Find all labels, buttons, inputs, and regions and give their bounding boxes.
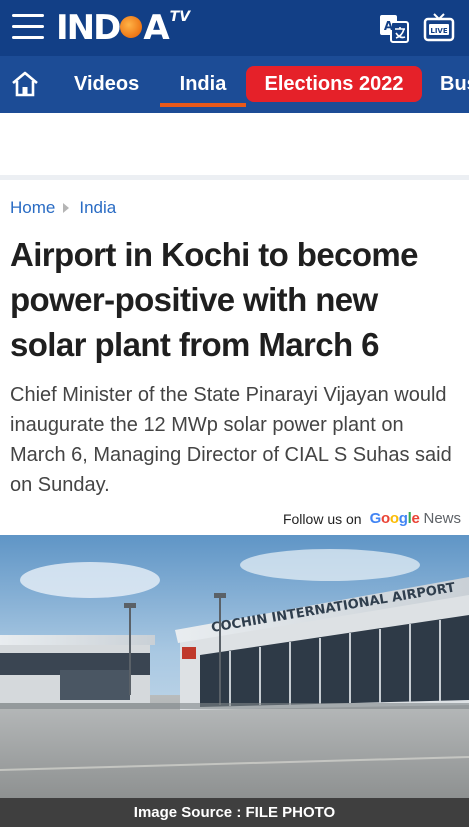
article-summary: Chief Minister of the State Pinarayi Vij… — [10, 384, 452, 496]
home-icon[interactable] — [10, 70, 40, 98]
bottom-spacer — [0, 827, 469, 837]
follow-google-news[interactable]: Follow us on Google News — [283, 510, 461, 527]
translate-icon[interactable]: A — [378, 12, 410, 44]
nav-item-videos[interactable]: Videos — [74, 68, 139, 101]
breadcrumb-india[interactable]: India — [79, 198, 116, 218]
breadcrumb-home[interactable]: Home — [10, 198, 55, 218]
logo-text: IND A — [56, 8, 170, 48]
article-headline: Airport in Kochi to become power-positiv… — [10, 236, 419, 363]
svg-text:LIVE: LIVE — [430, 27, 447, 35]
site-logo[interactable]: IND A TV — [56, 8, 190, 48]
image-caption: Image Source : FILE PHOTO — [0, 798, 469, 827]
ad-slot — [0, 113, 469, 175]
nav-item-india[interactable]: India — [160, 68, 246, 107]
google-news-label: News — [423, 510, 461, 527]
live-tv-icon[interactable]: LIVE — [423, 12, 455, 44]
article-hero-image[interactable]: COCHIN INTERNATIONAL AIRPORT — [0, 535, 469, 798]
breadcrumb-separator-icon — [63, 203, 70, 213]
follow-label: Follow us on — [282, 510, 362, 527]
menu-icon[interactable] — [12, 14, 44, 40]
nav-item-business[interactable]: Bus — [440, 68, 469, 101]
breadcrumb: Home India — [10, 198, 116, 218]
nav-item-elections-2022[interactable]: Elections 2022 — [246, 66, 422, 102]
logo-suffix: TV — [169, 9, 191, 25]
top-header: IND A TV A LIVE — [0, 0, 469, 56]
svg-text:A: A — [384, 19, 394, 33]
section-divider — [0, 175, 469, 180]
section-nav: Videos India Elections 2022 Bus — [0, 56, 469, 113]
google-logo: Google — [369, 510, 420, 527]
